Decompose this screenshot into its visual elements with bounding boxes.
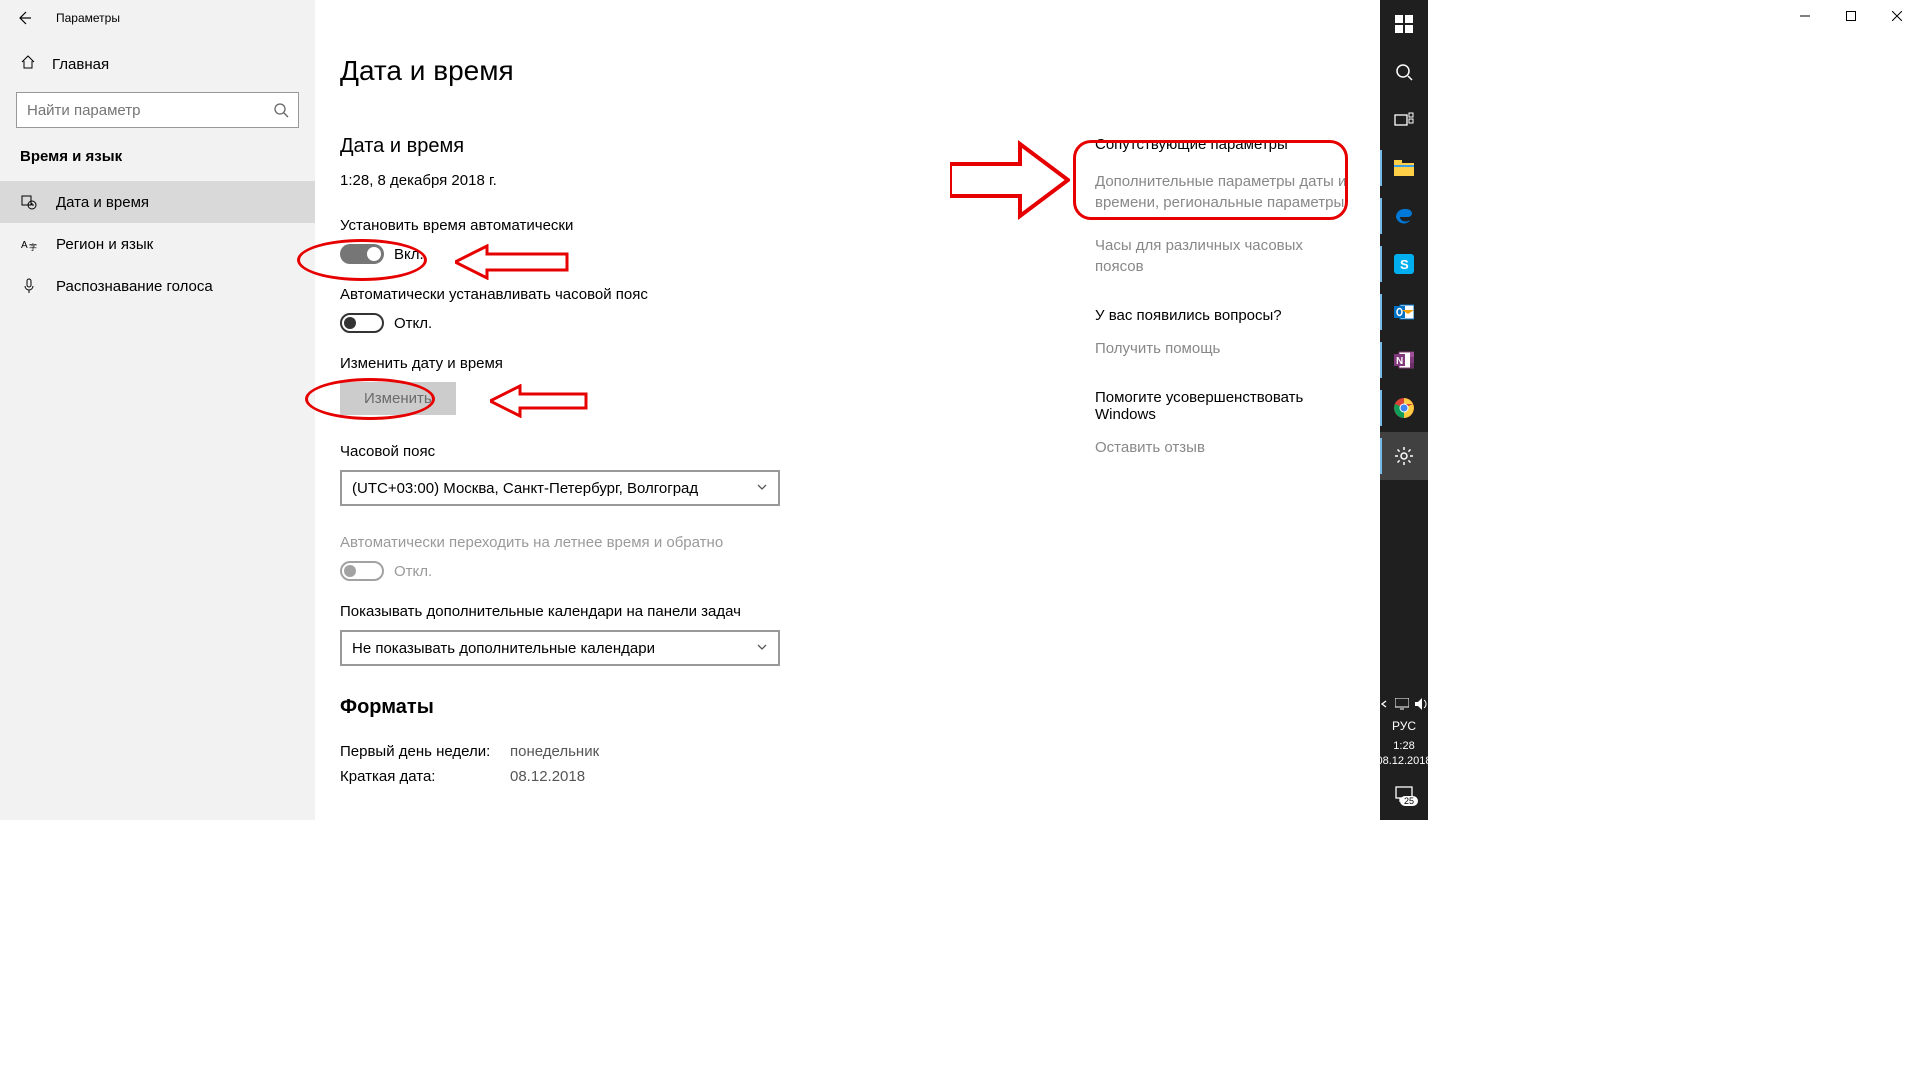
dst-label: Автоматически переходить на летнее время… bbox=[340, 534, 1095, 551]
related-panel: Сопутствующие параметры Дополнительные п… bbox=[1095, 0, 1355, 820]
dst-state: Откл. bbox=[394, 563, 432, 580]
chevron-down-icon bbox=[756, 480, 768, 497]
related-link-additional[interactable]: Дополнительные параметры даты и времени,… bbox=[1095, 171, 1355, 213]
taskbar: S N РУС 1:28 08.12.2018 25 bbox=[1380, 0, 1428, 820]
close-button[interactable] bbox=[1874, 0, 1920, 32]
auto-time-toggle-row: Вкл. bbox=[340, 244, 1095, 264]
questions-title: У вас появились вопросы? bbox=[1095, 307, 1355, 324]
tray-date: 08.12.2018 bbox=[1376, 754, 1431, 768]
timezone-row: Часовой пояс (UTC+03:00) Москва, Санкт-П… bbox=[340, 443, 1095, 506]
sidebar-category: Время и язык bbox=[0, 148, 315, 181]
home-label: Главная bbox=[52, 56, 109, 73]
language-icon: A字 bbox=[20, 235, 38, 253]
sidebar: Параметры Главная Время и язык Дата и вр… bbox=[0, 0, 315, 820]
window-title: Параметры bbox=[56, 11, 120, 25]
page-title: Дата и время bbox=[340, 55, 1095, 87]
search-icon bbox=[273, 102, 289, 123]
tray-chevron-icon[interactable] bbox=[1379, 699, 1389, 712]
calendar-clock-icon bbox=[20, 193, 38, 211]
format-row: Краткая дата: 08.12.2018 bbox=[340, 764, 1095, 789]
svg-text:S: S bbox=[1400, 257, 1409, 272]
nav-item-label: Регион и язык bbox=[56, 236, 153, 253]
auto-time-label: Установить время автоматически bbox=[340, 217, 1095, 234]
taskbar-skype-icon[interactable]: S bbox=[1380, 240, 1428, 288]
feedback-link[interactable]: Оставить отзыв bbox=[1095, 437, 1355, 458]
taskbar-task-view-icon[interactable] bbox=[1380, 96, 1428, 144]
change-button[interactable]: Изменить bbox=[340, 382, 456, 415]
calendars-row: Показывать дополнительные календари на п… bbox=[340, 603, 1095, 666]
content: Дата и время Дата и время 1:28, 8 декабр… bbox=[340, 0, 1095, 820]
related-header: Сопутствующие параметры bbox=[1095, 136, 1355, 153]
microphone-icon bbox=[20, 277, 38, 295]
action-center-button[interactable]: 25 bbox=[1380, 774, 1428, 814]
taskbar-search-icon[interactable] bbox=[1380, 48, 1428, 96]
taskbar-explorer-icon[interactable] bbox=[1380, 144, 1428, 192]
tray-display-icon[interactable] bbox=[1395, 698, 1409, 713]
format-value: 08.12.2018 bbox=[510, 768, 585, 785]
taskbar-edge-icon[interactable] bbox=[1380, 192, 1428, 240]
settings-window: Параметры Главная Время и язык Дата и вр… bbox=[0, 0, 1380, 820]
taskbar-settings-icon[interactable] bbox=[1380, 432, 1428, 480]
format-label: Первый день недели: bbox=[340, 743, 510, 760]
home-link[interactable]: Главная bbox=[0, 36, 315, 92]
change-datetime-label: Изменить дату и время bbox=[340, 355, 1095, 372]
taskbar-chrome-icon[interactable] bbox=[1380, 384, 1428, 432]
tray-time: 1:28 bbox=[1376, 739, 1431, 753]
taskbar-outlook-icon[interactable] bbox=[1380, 288, 1428, 336]
notification-badge: 25 bbox=[1400, 796, 1418, 806]
calendars-value: Не показывать дополнительные календари bbox=[352, 640, 655, 657]
format-value: понедельник bbox=[510, 743, 599, 760]
auto-tz-state: Откл. bbox=[394, 315, 432, 332]
format-row: Первый день недели: понедельник bbox=[340, 739, 1095, 764]
taskbar-onenote-icon[interactable]: N bbox=[1380, 336, 1428, 384]
current-datetime: 1:28, 8 декабря 2018 г. bbox=[340, 172, 1095, 189]
related-link-clocks[interactable]: Часы для различных часовых поясов bbox=[1095, 235, 1355, 277]
auto-tz-toggle[interactable] bbox=[340, 313, 384, 333]
section-datetime-title: Дата и время bbox=[340, 135, 1095, 158]
system-tray: РУС 1:28 08.12.2018 25 bbox=[1376, 698, 1431, 820]
tray-language[interactable]: РУС bbox=[1392, 719, 1416, 733]
nav-item-label: Дата и время bbox=[56, 194, 149, 211]
tray-clock[interactable]: 1:28 08.12.2018 bbox=[1376, 739, 1431, 768]
maximize-button[interactable] bbox=[1828, 0, 1874, 32]
nav-item-region-language[interactable]: A字 Регион и язык bbox=[0, 223, 315, 265]
titlebar: Параметры bbox=[0, 0, 315, 36]
timezone-label: Часовой пояс bbox=[340, 443, 1095, 460]
auto-time-state: Вкл. bbox=[394, 246, 424, 263]
format-label: Краткая дата: bbox=[340, 768, 510, 785]
auto-time-toggle[interactable] bbox=[340, 244, 384, 264]
back-button[interactable] bbox=[0, 0, 48, 36]
home-icon bbox=[20, 54, 36, 74]
calendars-label: Показывать дополнительные календари на п… bbox=[340, 603, 1095, 620]
main-area: Дата и время Дата и время 1:28, 8 декабр… bbox=[315, 0, 1380, 820]
search-box bbox=[16, 92, 299, 128]
tray-volume-icon[interactable] bbox=[1415, 698, 1429, 713]
search-input[interactable] bbox=[16, 92, 299, 128]
calendars-select[interactable]: Не показывать дополнительные календари bbox=[340, 630, 780, 666]
nav-item-label: Распознавание голоса bbox=[56, 278, 213, 295]
svg-text:N: N bbox=[1396, 356, 1403, 367]
minimize-button[interactable] bbox=[1782, 0, 1828, 32]
timezone-value: (UTC+03:00) Москва, Санкт-Петербург, Вол… bbox=[352, 480, 698, 497]
dst-toggle-row: Откл. bbox=[340, 561, 1095, 581]
feedback-title: Помогите усовершенствовать Windows bbox=[1095, 389, 1355, 423]
svg-text:字: 字 bbox=[29, 242, 37, 252]
auto-tz-toggle-row: Откл. bbox=[340, 313, 1095, 333]
nav-item-speech[interactable]: Распознавание голоса bbox=[0, 265, 315, 307]
chevron-down-icon bbox=[756, 640, 768, 657]
nav-item-date-time[interactable]: Дата и время bbox=[0, 181, 315, 223]
formats-title: Форматы bbox=[340, 696, 1095, 719]
auto-tz-label: Автоматически устанавливать часовой пояс bbox=[340, 286, 1095, 303]
svg-text:A: A bbox=[21, 240, 28, 251]
start-button[interactable] bbox=[1380, 0, 1428, 48]
dst-toggle bbox=[340, 561, 384, 581]
timezone-select[interactable]: (UTC+03:00) Москва, Санкт-Петербург, Вол… bbox=[340, 470, 780, 506]
help-link[interactable]: Получить помощь bbox=[1095, 338, 1355, 359]
